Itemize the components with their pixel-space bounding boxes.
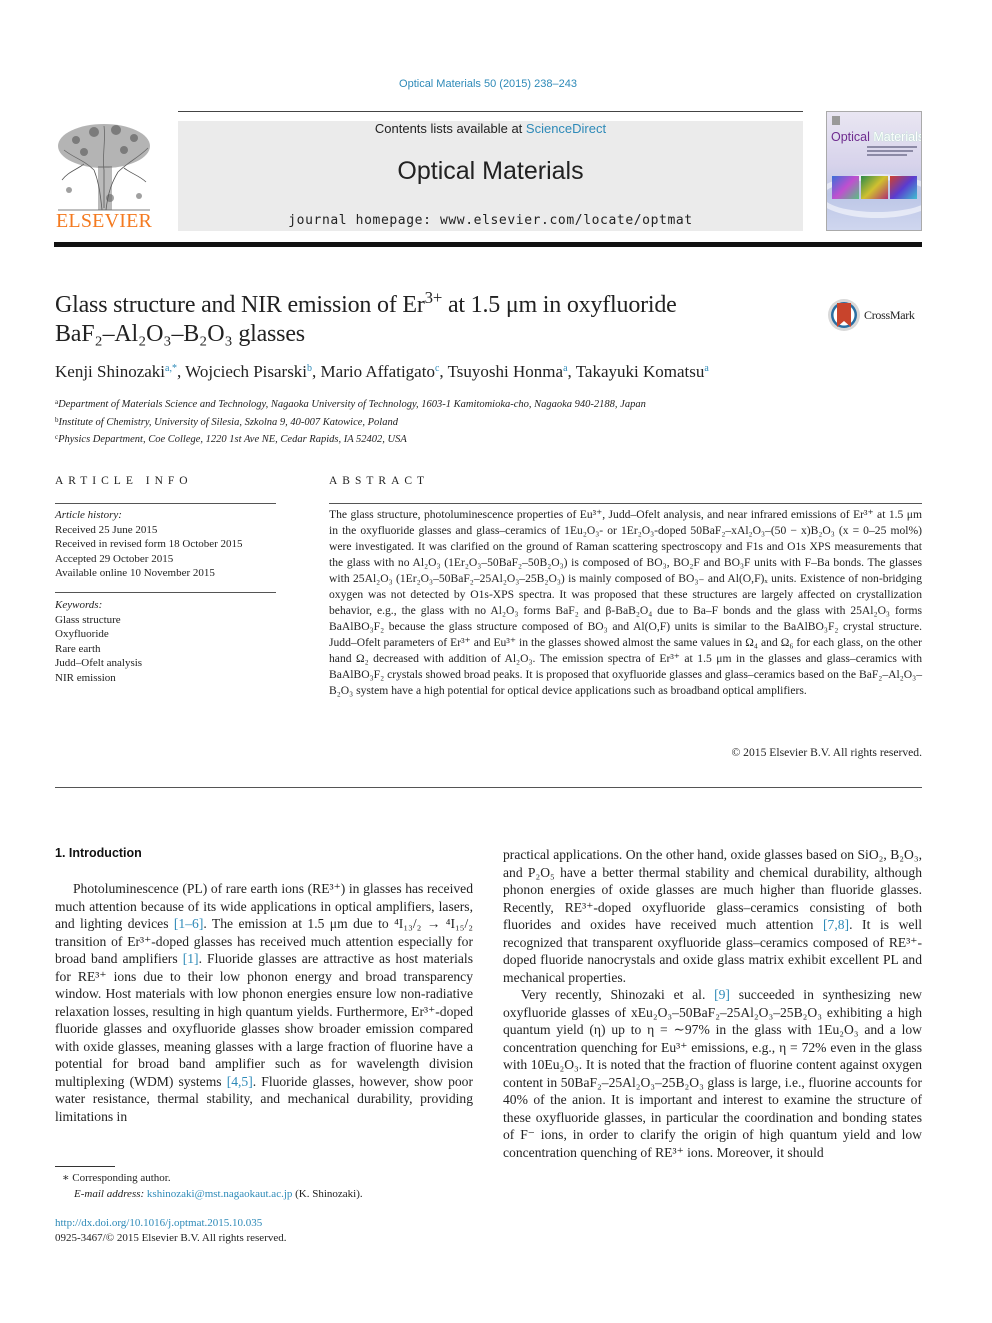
elsevier-wordmark: ELSEVIER [56, 210, 153, 232]
abstract-heading: ABSTRACT [329, 475, 430, 487]
title-text: Glass structure and NIR emission of Er [55, 292, 425, 318]
journal-reference-link[interactable]: Optical Materials 50 (2015) 238–243 [0, 78, 976, 90]
keyword-item: Oxyfluoride [55, 628, 109, 640]
author-name[interactable]: Wojciech Pisarski [185, 362, 307, 381]
author-affiliation-marker[interactable]: b [307, 363, 312, 374]
cover-title: Optical Materials [831, 130, 922, 144]
author-name[interactable]: Tsuyoshi Honma [448, 362, 563, 381]
body-column-left: Photoluminescence (PL) of rare earth ion… [55, 880, 473, 1125]
journal-homepage: journal homepage: www.elsevier.com/locat… [178, 213, 803, 228]
corresponding-author-note: ∗ Corresponding author. [62, 1172, 171, 1184]
email-suffix: (K. Shinozaki). [292, 1188, 363, 1200]
cover-image [890, 176, 917, 199]
crossmark-label: CrossMark [864, 308, 915, 322]
cover-subtitle-line [867, 150, 913, 152]
affiliation-item: cPhysics Department, Coe College, 1220 1… [55, 430, 646, 448]
contents-prefix: Contents lists available at [374, 121, 526, 136]
doi-block: http://dx.doi.org/10.1016/j.optmat.2015.… [55, 1216, 287, 1246]
affiliations: aDepartment of Materials Science and Tec… [55, 395, 646, 448]
body-text: . Fluoride glasses are attractive as hos… [55, 951, 473, 1089]
body-paragraph: Photoluminescence (PL) of rare earth ion… [55, 880, 473, 1125]
article-history: Article history: Received 25 June 2015 R… [55, 508, 243, 581]
cover-publisher-logo-icon [832, 116, 840, 125]
author-affiliation-marker[interactable]: a [704, 363, 708, 374]
author-name[interactable]: Mario Affatigato [321, 362, 435, 381]
elsevier-logo[interactable]: ELSEVIER [54, 120, 154, 232]
keywords-rule [55, 592, 276, 593]
citation-link[interactable]: [9] [714, 987, 730, 1002]
footnotes: ∗ Corresponding author. E-mail address: … [62, 1170, 363, 1202]
affiliation-text: Department of Materials Science and Tech… [58, 399, 646, 410]
citation-link[interactable]: [4,5] [227, 1074, 253, 1089]
history-item: Received 25 June 2015 [55, 523, 158, 536]
history-label: Article history: [55, 509, 122, 521]
keyword-item: Judd–Ofelt analysis [55, 657, 143, 669]
elsevier-tree-icon [58, 124, 150, 211]
contents-availability: Contents lists available at ScienceDirec… [178, 121, 803, 136]
author-name[interactable]: Takayuki Komatsu [576, 362, 705, 381]
cover-title-part2: Materials [873, 130, 922, 144]
journal-masthead: Contents lists available at ScienceDirec… [178, 121, 803, 231]
author-affiliation-marker[interactable]: a [563, 363, 567, 374]
author-affiliation-marker[interactable]: c [435, 363, 439, 374]
crossmark-button[interactable]: CrossMark [827, 298, 927, 334]
body-paragraph: Very recently, Shinozaki et al. [9] succ… [503, 986, 922, 1161]
cover-image [832, 176, 859, 199]
front-matter-bottom-rule [55, 787, 922, 788]
title-line-2: BaF₂–Al₂O₃–B₂O₃ glasses [55, 321, 305, 347]
title-superscript: 3+ [424, 288, 443, 307]
keywords-label: Keywords: [55, 599, 103, 611]
keyword-item: NIR emission [55, 671, 116, 684]
homepage-link[interactable]: www.elsevier.com/locate/optmat [440, 213, 693, 228]
footnote-rule [55, 1166, 115, 1167]
body-text: succeeded in synthesizing new oxyfluorid… [503, 987, 922, 1160]
body-text: Very recently, Shinozaki et al. [521, 987, 715, 1002]
title-text: at 1.5 μm in oxyfluoride [442, 292, 677, 318]
cover-image [861, 176, 888, 199]
cover-subtitle-line [867, 154, 907, 156]
affiliation-item: aDepartment of Materials Science and Tec… [55, 395, 646, 413]
article-info-heading: ARTICLE INFO [55, 475, 193, 487]
abstract-rule [329, 503, 922, 504]
keyword-item: Rare earth [55, 642, 101, 655]
abstract-copyright: © 2015 Elsevier B.V. All rights reserved… [731, 746, 922, 759]
journal-title: Optical Materials [397, 157, 584, 185]
email-label: E-mail address: [74, 1188, 147, 1200]
affiliation-text: Physics Department, Coe College, 1220 1s… [58, 434, 407, 445]
keywords: Keywords: Glass structure Oxyfluoride Ra… [55, 598, 142, 685]
crossmark-icon [828, 299, 860, 331]
email-note: E-mail address: kshinozaki@mst.nagaokaut… [62, 1186, 363, 1202]
history-item: Available online 10 November 2015 [55, 567, 215, 579]
article-info-rule [55, 503, 276, 504]
citation-link[interactable]: [1–6] [174, 916, 203, 931]
author-affiliation-marker[interactable]: a,* [165, 363, 177, 374]
header-top-rule [178, 111, 803, 112]
citation-link[interactable]: [1] [183, 951, 199, 966]
keyword-item: Glass structure [55, 613, 121, 626]
homepage-prefix: journal homepage: [288, 213, 440, 228]
issn-copyright: 0925-3467/© 2015 Elsevier B.V. All right… [55, 1232, 287, 1244]
affiliation-item: bInstitute of Chemistry, University of S… [55, 413, 646, 431]
cover-subtitle-line [867, 146, 917, 148]
sciencedirect-link[interactable]: ScienceDirect [526, 121, 606, 136]
affiliation-text: Institute of Chemistry, University of Si… [58, 416, 398, 428]
body-column-right: practical applications. On the other han… [503, 846, 922, 1161]
abstract-text: The glass structure, photoluminescence p… [329, 508, 922, 697]
body-paragraph: practical applications. On the other han… [503, 846, 922, 986]
author-list: Kenji Shinozakia,*, Wojciech Pisarskib, … [55, 362, 709, 381]
section-heading-introduction: 1. Introduction [55, 846, 142, 860]
cover-title-part1: Optical [831, 130, 870, 144]
doi-link[interactable]: http://dx.doi.org/10.1016/j.optmat.2015.… [55, 1217, 262, 1229]
email-link[interactable]: kshinozaki@mst.nagaokaut.ac.jp [147, 1188, 292, 1200]
history-item: Received in revised form 18 October 2015 [55, 538, 243, 550]
header-thick-rule [54, 242, 922, 247]
article-title: Glass structure and NIR emission of Er3+… [55, 288, 775, 349]
history-item: Accepted 29 October 2015 [55, 552, 174, 565]
journal-cover-thumbnail[interactable]: Optical Materials [826, 111, 922, 231]
citation-link[interactable]: [7,8] [823, 917, 849, 932]
author-name[interactable]: Kenji Shinozaki [55, 362, 165, 381]
